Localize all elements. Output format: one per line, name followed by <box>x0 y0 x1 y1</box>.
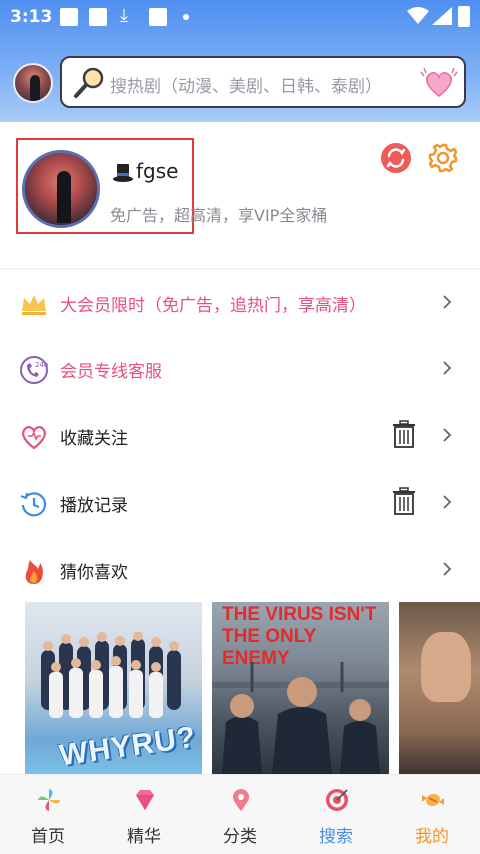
menu-row-service[interactable]: 24h 会员专线客服 <box>0 336 480 402</box>
tab-label: 分类 <box>223 827 257 847</box>
trash-icon[interactable] <box>391 486 417 516</box>
chevron-right-icon <box>443 495 452 509</box>
chevron-right-icon <box>443 295 452 309</box>
chevron-right-icon <box>443 562 452 576</box>
menu-label: 大会员限时（免广告，追热门，享高清） <box>60 296 366 316</box>
target-icon <box>326 789 348 811</box>
poster-card[interactable]: WHYRU? <box>25 602 202 774</box>
cast-illustration <box>41 632 181 718</box>
menu-label: 猜你喜欢 <box>60 563 128 583</box>
crown-icon <box>22 295 46 315</box>
tab-search[interactable]: 搜索 <box>288 775 384 854</box>
search-placeholder: 搜热剧（动漫、美剧、日韩、泰剧） <box>110 77 382 97</box>
pinwheel-icon <box>38 789 60 811</box>
trash-icon[interactable] <box>391 419 417 449</box>
menu-row-recommend[interactable]: 猜你喜欢 <box>0 537 480 603</box>
bottom-nav: 首页 精华 分类 搜索 我的 <box>0 774 480 854</box>
status-time: 3:13 <box>10 7 53 27</box>
poster-face <box>421 632 471 702</box>
more-notifications-icon <box>183 14 189 20</box>
battery-icon <box>458 6 470 27</box>
header-avatar[interactable] <box>13 63 53 103</box>
gear-icon[interactable] <box>427 142 459 174</box>
chevron-right-icon <box>443 361 452 375</box>
poster-card[interactable]: THE VIRUS ISN'T THE ONLY ENEMY <box>212 602 389 774</box>
history-icon <box>20 492 47 517</box>
wifi-icon <box>407 7 429 24</box>
poster-title: WHYRU? <box>57 720 199 773</box>
gem-icon <box>136 790 154 810</box>
vip-subtitle: 免广告，超高清，享VIP全家桶 <box>110 206 328 225</box>
search-icon <box>74 67 104 98</box>
heart-outline-icon <box>22 426 46 450</box>
notification-icon <box>60 8 78 26</box>
menu-row-history[interactable]: 播放记录 <box>0 470 480 536</box>
candy-icon <box>422 793 444 807</box>
chevron-right-icon <box>443 428 452 442</box>
notification-icon <box>149 8 167 26</box>
tab-featured[interactable]: 精华 <box>96 775 192 854</box>
phone-24h-icon: 24h <box>20 356 48 384</box>
menu-row-favorites[interactable]: 收藏关注 <box>0 403 480 469</box>
tab-category[interactable]: 分类 <box>192 775 288 854</box>
tab-mine[interactable]: 我的 <box>384 775 480 854</box>
status-bar: 3:13 ⤓ <box>0 0 480 34</box>
menu-label: 播放记录 <box>60 496 128 516</box>
tab-home[interactable]: 首页 <box>0 775 96 854</box>
tab-label: 搜索 <box>319 827 353 847</box>
svg-text:24h: 24h <box>35 361 48 369</box>
username[interactable]: fgse <box>136 159 178 183</box>
notification-icon <box>89 8 107 26</box>
fire-icon <box>25 560 43 584</box>
poster-card[interactable] <box>399 602 480 774</box>
heart-wings-icon[interactable] <box>420 66 458 100</box>
tab-label: 首页 <box>31 827 65 847</box>
tab-label: 精华 <box>127 827 161 847</box>
menu-label: 收藏关注 <box>60 429 128 449</box>
profile-section: fgse 免广告，超高清，享VIP全家桶 <box>0 122 480 268</box>
poster-illustration <box>212 662 389 774</box>
location-pin-icon <box>233 789 249 811</box>
signal-icon <box>432 7 452 25</box>
download-icon: ⤓ <box>120 5 128 26</box>
switch-account-icon[interactable] <box>380 142 412 174</box>
recommend-carousel[interactable]: WHYRU? THE VIRUS ISN'T THE ONLY ENEMY <box>0 602 480 774</box>
menu-row-vip[interactable]: 大会员限时（免广告，追热门，享高清） <box>0 270 480 336</box>
search-input[interactable]: 搜热剧（动漫、美剧、日韩、泰剧） <box>60 56 466 108</box>
tab-label: 我的 <box>415 827 449 847</box>
menu-label: 会员专线客服 <box>60 362 162 382</box>
poster-title: THE VIRUS ISN'T THE ONLY ENEMY <box>222 604 377 669</box>
top-hat-icon <box>113 164 133 182</box>
profile-avatar[interactable] <box>22 150 100 228</box>
